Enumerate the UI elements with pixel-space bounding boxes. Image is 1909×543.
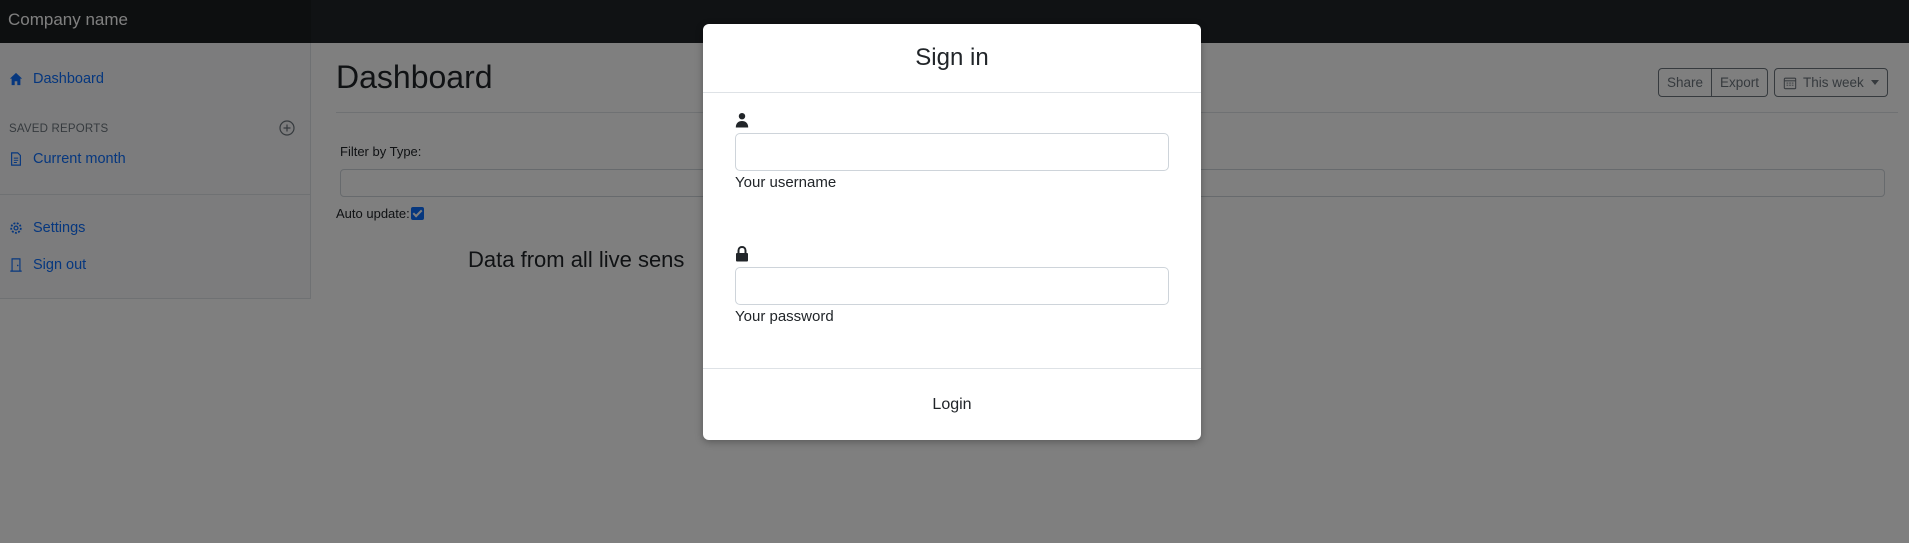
- sign-in-modal: Sign in Your username Your password Logi…: [703, 24, 1201, 440]
- password-input[interactable]: [735, 267, 1169, 305]
- modal-title: Sign in: [915, 44, 989, 71]
- username-input[interactable]: [735, 133, 1169, 171]
- user-icon: [735, 113, 749, 128]
- lock-icon: [736, 246, 748, 262]
- password-help-text: Your password: [735, 308, 834, 325]
- username-help-text: Your username: [735, 174, 837, 191]
- modal-header-divider: [703, 92, 1201, 93]
- login-button[interactable]: Login: [703, 369, 1201, 440]
